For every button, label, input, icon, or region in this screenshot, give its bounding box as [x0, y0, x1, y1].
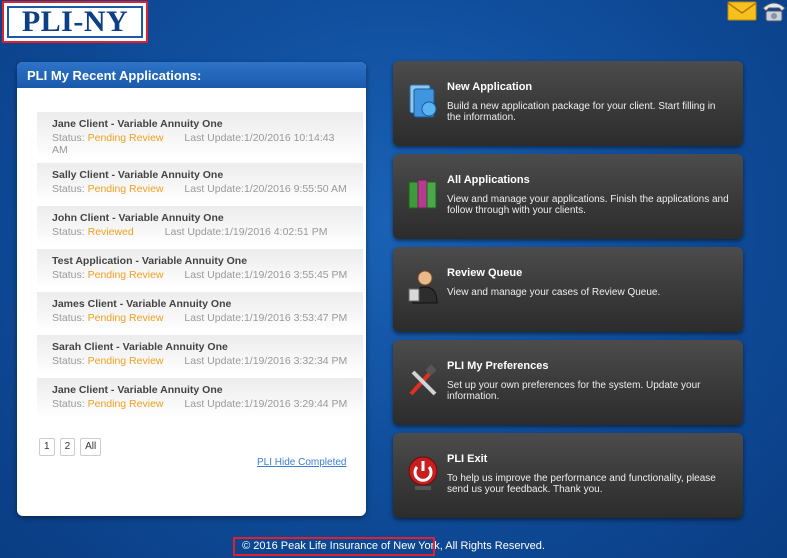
reviewer-icon [407, 269, 439, 305]
application-name: Sally Client - Variable Annuity One [52, 169, 224, 181]
application-name: Jane Client - Variable Annuity One [52, 384, 223, 396]
list-item[interactable]: James Client - Variable Annuity One Stat… [37, 292, 363, 331]
status-label: Status: [52, 398, 85, 410]
tile-description: Build a new application package for your… [447, 101, 716, 123]
list-item[interactable]: Sally Client - Variable Annuity One Stat… [37, 163, 363, 202]
last-update: Last Update:1/20/2016 9:55:50 AM [184, 183, 347, 195]
status-label: Status: [52, 355, 85, 367]
list-item[interactable]: Sarah Client - Variable Annuity One Stat… [37, 335, 363, 374]
list-item[interactable]: Jane Client - Variable Annuity One Statu… [37, 378, 363, 417]
tile-title: Review Queue [447, 267, 523, 279]
footer-highlight [233, 537, 435, 556]
status-value: Pending Review [87, 269, 164, 281]
tools-icon [407, 362, 439, 398]
page-all-button[interactable]: All [80, 438, 102, 456]
application-name: Test Application - Variable Annuity One [52, 255, 248, 267]
application-name: John Client - Variable Annuity One [52, 212, 224, 224]
last-update: Last Update:1/19/2016 3:32:34 PM [184, 355, 348, 367]
tile-my-preferences[interactable]: PLI My Preferences Set up your own prefe… [393, 340, 743, 425]
tile-new-application[interactable]: New Application Build a new application … [393, 61, 743, 146]
tile-description: Set up your own preferences for the syst… [447, 380, 701, 402]
pagination: 1 2 All [39, 438, 102, 456]
tile-title: PLI Exit [447, 453, 488, 465]
status-value: Pending Review [87, 312, 164, 324]
tile-all-applications[interactable]: All Applications View and manage your ap… [393, 154, 743, 239]
last-update: Last Update:1/19/2016 3:29:44 PM [184, 398, 348, 410]
binders-icon [407, 176, 439, 212]
action-tiles: New Application Build a new application … [393, 61, 743, 526]
hide-completed-link[interactable]: PLI Hide Completed [257, 457, 347, 468]
logo-text: PLI-NY [7, 5, 143, 38]
tile-description: View and manage your cases of Review Que… [447, 287, 661, 298]
logo[interactable]: PLI-NY [2, 1, 148, 43]
status-value: Pending Review [87, 355, 164, 367]
page-1-button[interactable]: 1 [39, 438, 55, 456]
status-label: Status: [52, 183, 85, 195]
power-icon [407, 455, 439, 491]
status-value: Reviewed [87, 226, 134, 238]
status-value: Pending Review [87, 183, 164, 195]
status-value: Pending Review [87, 398, 164, 410]
tile-description: To help us improve the performance and f… [447, 473, 716, 495]
tile-exit[interactable]: PLI Exit To help us improve the performa… [393, 433, 743, 518]
recent-applications-title: PLI My Recent Applications: [17, 62, 366, 88]
new-application-icon [407, 83, 439, 119]
last-update: Last Update:1/19/2016 3:55:45 PM [184, 269, 348, 281]
application-name: Sarah Client - Variable Annuity One [52, 341, 228, 353]
list-item[interactable]: Jane Client - Variable Annuity One Statu… [37, 112, 363, 159]
page-2-button[interactable]: 2 [59, 438, 76, 456]
recent-applications-panel: PLI My Recent Applications: Jane Client … [17, 62, 366, 516]
status-label: Status: [52, 312, 85, 324]
status-value: Pending Review [87, 132, 164, 144]
application-name: Jane Client - Variable Annuity One [52, 118, 223, 130]
last-update: Last Update:1/19/2016 3:53:47 PM [184, 312, 348, 324]
status-label: Status: [52, 269, 85, 281]
mail-icon[interactable] [727, 0, 757, 22]
status-label: Status: [52, 132, 85, 144]
tile-title: New Application [447, 81, 533, 93]
tile-title: PLI My Preferences [447, 360, 549, 372]
phone-icon[interactable] [759, 0, 787, 22]
list-item[interactable]: Test Application - Variable Annuity One … [37, 249, 363, 288]
tile-title: All Applications [447, 174, 530, 186]
tile-description: View and manage your applications. Finis… [447, 194, 729, 216]
application-list: Jane Client - Variable Annuity One Statu… [37, 112, 363, 421]
application-name: James Client - Variable Annuity One [52, 298, 232, 310]
status-label: Status: [52, 226, 85, 238]
last-update: Last Update:1/19/2016 4:02:51 PM [164, 226, 328, 238]
tile-review-queue[interactable]: Review Queue View and manage your cases … [393, 247, 743, 332]
list-item[interactable]: John Client - Variable Annuity One Statu… [37, 206, 363, 245]
